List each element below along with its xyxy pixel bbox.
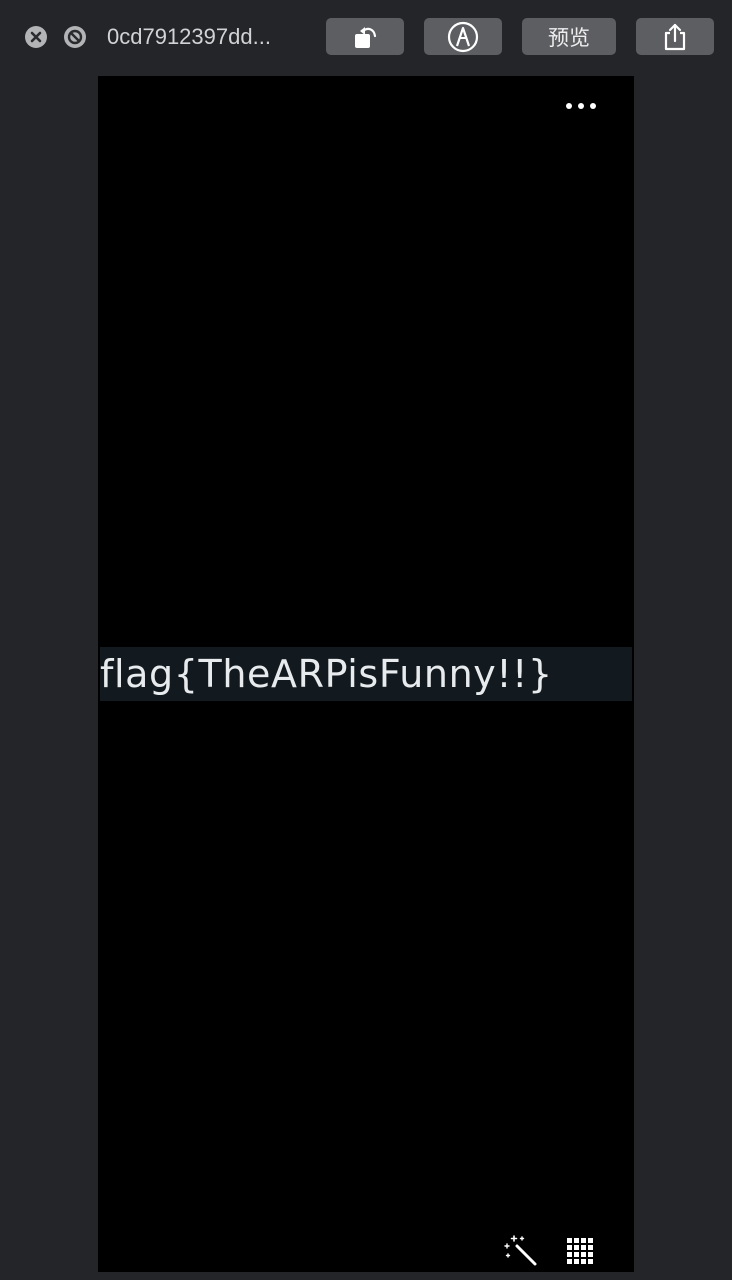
- preview-button[interactable]: 预览: [522, 18, 616, 55]
- rotate-icon: [355, 26, 377, 48]
- grid-cell: [574, 1252, 579, 1257]
- flag-highlight-band: flag{TheARPisFunny!!}: [100, 647, 632, 701]
- grid-cell: [567, 1238, 572, 1243]
- file-name: 0cd7912397dd...: [107, 24, 271, 49]
- grid-cell: [574, 1259, 579, 1264]
- grid-cell: [581, 1245, 586, 1250]
- grid-cell: [581, 1238, 586, 1243]
- more-dot: [566, 103, 572, 109]
- stop-button[interactable]: [64, 26, 86, 48]
- grid-icon[interactable]: [567, 1238, 595, 1266]
- flag-text: flag{TheARPisFunny!!}: [100, 652, 553, 696]
- grid-cell: [567, 1259, 572, 1264]
- grid-cell: [588, 1259, 593, 1264]
- image-preview: flag{TheARPisFunny!!}: [98, 76, 634, 1272]
- quicklook-window: 0cd7912397dd... 预览 flag{TheARPisFunny!!}: [0, 0, 732, 1280]
- more-dot: [578, 103, 584, 109]
- close-button[interactable]: [25, 26, 47, 48]
- more-dot: [590, 103, 596, 109]
- grid-cell: [567, 1245, 572, 1250]
- markup-button[interactable]: [424, 18, 502, 55]
- toolbar: 0cd7912397dd... 预览: [0, 0, 732, 76]
- close-icon: [30, 31, 42, 43]
- share-icon: [664, 23, 686, 50]
- more-icon[interactable]: [566, 102, 596, 110]
- grid-cell: [574, 1245, 579, 1250]
- grid-cell: [574, 1238, 579, 1243]
- grid-cell: [567, 1252, 572, 1257]
- grid-cell: [581, 1259, 586, 1264]
- grid-cell: [588, 1245, 593, 1250]
- magic-wand-icon[interactable]: [503, 1232, 539, 1268]
- grid-cell: [588, 1252, 593, 1257]
- grid-cell: [588, 1238, 593, 1243]
- grid-cell: [581, 1252, 586, 1257]
- rotate-button[interactable]: [326, 18, 404, 55]
- share-button[interactable]: [636, 18, 714, 55]
- markup-icon: [447, 21, 479, 52]
- stop-icon: [67, 29, 83, 45]
